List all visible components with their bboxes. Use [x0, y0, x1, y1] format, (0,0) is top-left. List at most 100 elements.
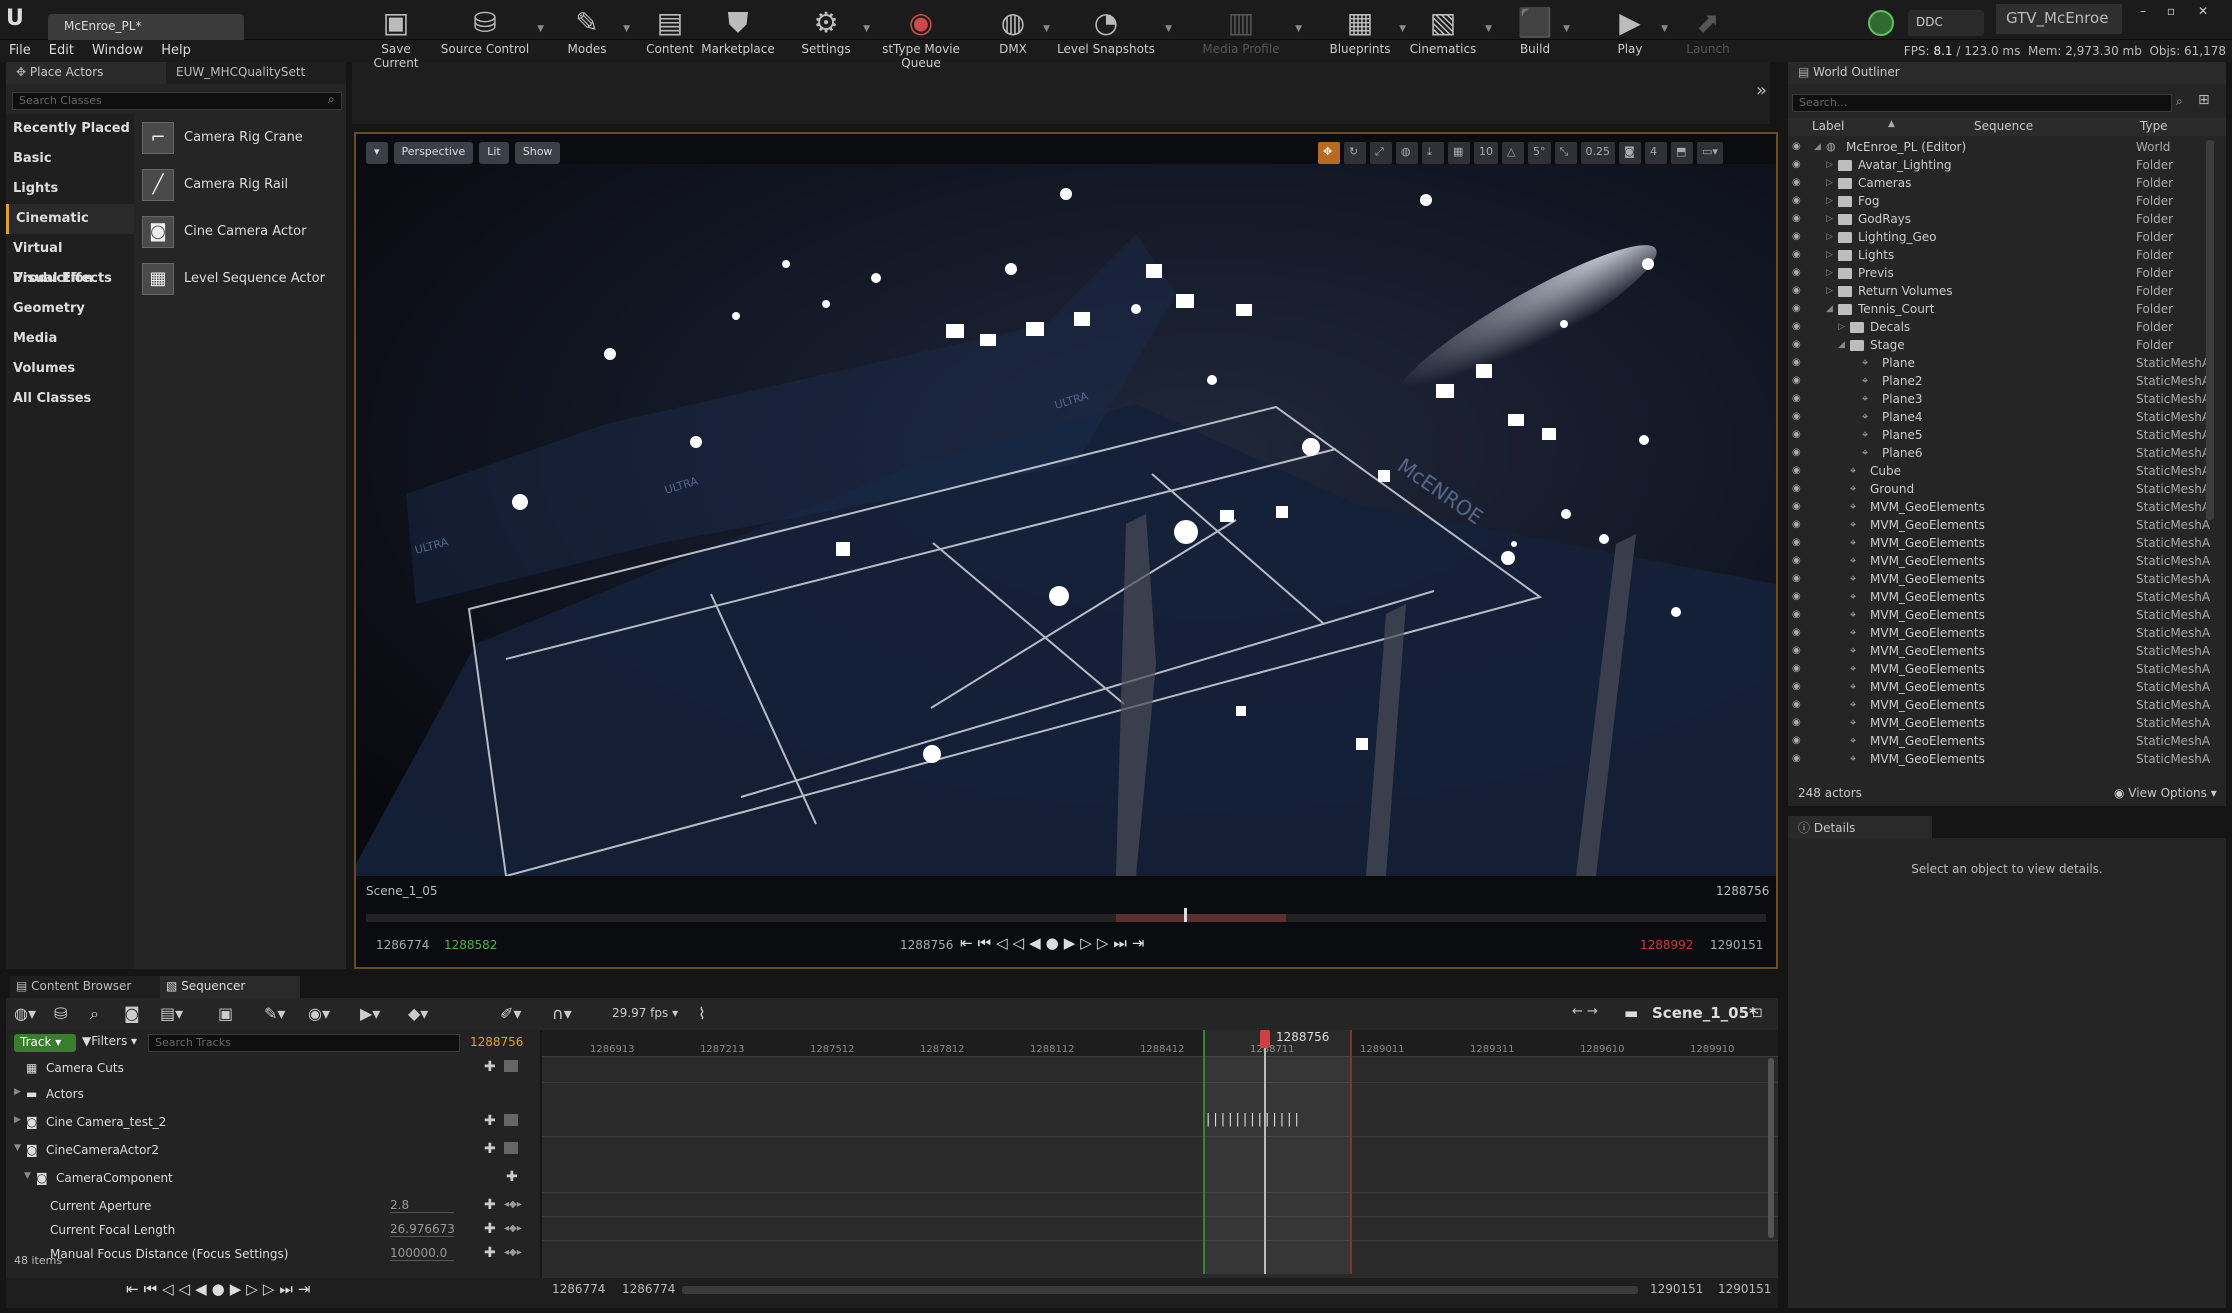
outliner-row[interactable]: ◉ ⌖ MVM_GeoElements StaticMeshA: [1788, 642, 2216, 660]
visibility-eye-icon[interactable]: ◉: [1792, 264, 1801, 282]
visibility-eye-icon[interactable]: ◉: [1792, 552, 1801, 570]
actor-item-camera-rig-crane[interactable]: ⌐ Camera Rig Crane: [134, 114, 346, 161]
category-all-classes[interactable]: All Classes: [6, 384, 134, 414]
lock-icon[interactable]: ⊡: [1752, 1006, 1763, 1021]
outliner-row[interactable]: ◉ ◢ ◍ McEnroe_PL (Editor) World: [1788, 138, 2216, 156]
world-settings-icon[interactable]: ◍▾: [14, 1004, 36, 1023]
category-volumes[interactable]: Volumes: [6, 354, 134, 384]
nav-back-forward-icon[interactable]: ← →: [1572, 1004, 1598, 1019]
expand-toggle-icon[interactable]: ▷: [1826, 228, 1833, 246]
outliner-row[interactable]: ◉ ▷ GodRays Folder: [1788, 210, 2216, 228]
tab-sequencer[interactable]: ▧ Sequencer: [160, 976, 300, 998]
media-profile-button[interactable]: ▥ Media Profile ▼: [1200, 4, 1302, 60]
dmx-button[interactable]: ◍ DMX ▼: [990, 4, 1050, 60]
visibility-eye-icon[interactable]: ◉: [1792, 660, 1801, 678]
surface-snap-icon[interactable]: ⤓: [1422, 142, 1444, 164]
modes-button[interactable]: ✎ Modes ▼: [558, 4, 630, 60]
chevron-down-icon[interactable]: ▼: [623, 24, 630, 34]
expand-toggle-icon[interactable]: ▷: [1826, 246, 1833, 264]
visibility-eye-icon[interactable]: ◉: [1792, 732, 1801, 750]
outliner-row[interactable]: ◉ ⌖ MVM_GeoElements StaticMeshA: [1788, 714, 2216, 732]
source-control-status-icon[interactable]: [1868, 10, 1894, 36]
grid-snap-value[interactable]: 10: [1474, 142, 1498, 164]
menu-help[interactable]: Help: [152, 40, 200, 62]
visibility-eye-icon[interactable]: ◉: [1792, 210, 1801, 228]
property-value[interactable]: 2.8: [390, 1198, 454, 1213]
content-button[interactable]: ▤ Content: [642, 4, 698, 60]
translate-tool-icon[interactable]: ✥: [1318, 142, 1340, 164]
tab-euw-quality[interactable]: EUW_MHCQualitySett: [166, 62, 346, 84]
chevron-down-icon[interactable]: ▼: [1563, 24, 1570, 34]
build-button[interactable]: ⬛ Build ▼: [1514, 4, 1570, 60]
scale-snap-icon[interactable]: ⤡: [1554, 142, 1577, 164]
camera-speed-value[interactable]: 4: [1645, 142, 1667, 164]
outliner-row[interactable]: ◉ ▷ Lighting_Geo Folder: [1788, 228, 2216, 246]
playback-start-marker[interactable]: [1203, 1030, 1205, 1274]
chevron-down-icon[interactable]: ▼: [1661, 24, 1668, 34]
play-button[interactable]: ▶ Play ▼: [1606, 4, 1668, 60]
category-lights[interactable]: Lights: [6, 174, 134, 204]
add-key-icon[interactable]: ✚: [484, 1197, 496, 1213]
camera-speed-icon[interactable]: ◙: [1619, 142, 1641, 164]
key-nav-icon[interactable]: ◂◆▸: [504, 1223, 522, 1234]
view-in-frame[interactable]: 1286774: [622, 1282, 675, 1296]
outliner-row[interactable]: ◉ ⌖ MVM_GeoElements StaticMeshA: [1788, 534, 2216, 552]
grid-snap-icon[interactable]: ▦: [1448, 142, 1470, 164]
expand-toggle-icon[interactable]: ▷: [1826, 210, 1833, 228]
transport-controls[interactable]: ⇤⏮◁◁◀●▶▷▷⏭⇥: [960, 934, 1149, 952]
visibility-eye-icon[interactable]: ◉: [1792, 444, 1801, 462]
visibility-eye-icon[interactable]: ◉: [1792, 246, 1801, 264]
add-icon[interactable]: ✚: [484, 1141, 496, 1157]
layout-icon[interactable]: ▭▾: [1697, 142, 1723, 164]
document-tab[interactable]: McEnroe_PL*: [48, 14, 244, 40]
ddc-button[interactable]: DDC: [1908, 10, 1984, 36]
outliner-row[interactable]: ◉ ⌖ Plane StaticMeshA: [1788, 354, 2216, 372]
outliner-row[interactable]: ◉ ▷ Previs Folder: [1788, 264, 2216, 282]
lit-button[interactable]: Lit: [479, 142, 509, 164]
category-virtual-production[interactable]: Virtual Production: [6, 234, 134, 286]
category-visual-effects[interactable]: Visual Effects: [6, 264, 134, 294]
sequence-name[interactable]: Scene_1_05*: [1652, 1004, 1757, 1022]
visibility-eye-icon[interactable]: ◉: [1792, 174, 1801, 192]
save-sequence-icon[interactable]: ⛁: [54, 1004, 67, 1023]
search-classes-input[interactable]: Search Classes: [12, 92, 342, 110]
visibility-eye-icon[interactable]: ◉: [1792, 300, 1801, 318]
chevron-down-icon[interactable]: ▼: [1165, 24, 1172, 34]
visibility-eye-icon[interactable]: ◉: [1792, 318, 1801, 336]
track-cine-camera-test-2[interactable]: ▶ ◙ Cine Camera_test_2 ✚: [6, 1108, 534, 1136]
outliner-row[interactable]: ◉ ⌖ Plane6 StaticMeshA: [1788, 444, 2216, 462]
curve-editor-icon[interactable]: ⌇: [698, 1004, 706, 1023]
visibility-eye-icon[interactable]: ◉: [1792, 228, 1801, 246]
actor-item-level-sequence[interactable]: ▦ Level Sequence Actor: [134, 255, 346, 302]
track-options-icon[interactable]: [504, 1142, 518, 1154]
sequencer-current-frame[interactable]: 1288756: [470, 1035, 523, 1049]
filters-button[interactable]: ▼Filters ▾: [82, 1034, 137, 1048]
chevron-right-icon[interactable]: ▶: [14, 1115, 21, 1125]
menu-window[interactable]: Window: [83, 40, 152, 62]
outliner-row[interactable]: ◉ ▷ Decals Folder: [1788, 318, 2216, 336]
outliner-row[interactable]: ◉ ⌖ MVM_GeoElements StaticMeshA: [1788, 660, 2216, 678]
outliner-row[interactable]: ◉ ⌖ MVM_GeoElements StaticMeshA: [1788, 588, 2216, 606]
visibility-eye-icon[interactable]: ◉: [1792, 642, 1801, 660]
chevron-down-icon[interactable]: ▼: [1485, 24, 1492, 34]
key-nav-icon[interactable]: ◂◆▸: [504, 1199, 522, 1210]
actor-item-cine-camera[interactable]: ◙ Cine Camera Actor: [134, 208, 346, 255]
col-label[interactable]: Label: [1812, 119, 1844, 133]
search-tracks-input[interactable]: Search Tracks: [148, 1034, 460, 1052]
actions-icon[interactable]: ✎▾: [264, 1004, 285, 1023]
tc-current[interactable]: 1288756: [900, 938, 953, 952]
playhead-line[interactable]: [1264, 1030, 1266, 1274]
outliner-row[interactable]: ◉ ⌖ Plane3 StaticMeshA: [1788, 390, 2216, 408]
visibility-eye-icon[interactable]: ◉: [1792, 282, 1801, 300]
track-options-icon[interactable]: [504, 1114, 518, 1126]
playback-options-icon[interactable]: ▶▾: [360, 1004, 380, 1023]
maximize-viewport-icon[interactable]: ⬒: [1671, 142, 1693, 164]
marketplace-button[interactable]: ⛊ Marketplace: [700, 4, 776, 60]
visibility-eye-icon[interactable]: ◉: [1792, 138, 1801, 156]
category-media[interactable]: Media: [6, 324, 134, 354]
show-button[interactable]: Show: [514, 142, 561, 164]
outliner-row[interactable]: ◉ ⌖ Ground StaticMeshA: [1788, 480, 2216, 498]
create-camera-icon[interactable]: ◙: [124, 1004, 140, 1023]
chevron-down-icon[interactable]: ▼: [1295, 24, 1302, 34]
minimize-button[interactable]: –: [2132, 4, 2154, 18]
